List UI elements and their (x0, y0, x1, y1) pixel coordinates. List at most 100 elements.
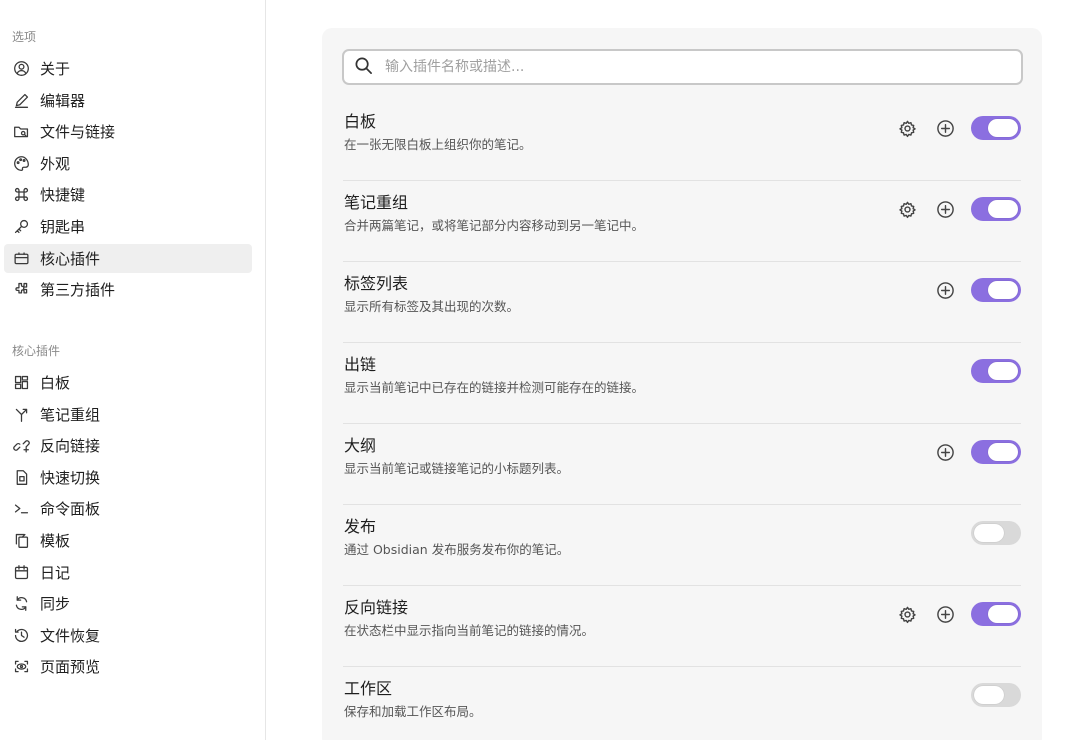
sidebar-item-7[interactable]: 第三方插件 (4, 275, 252, 304)
sidebar-item-label: 模板 (40, 531, 71, 550)
plugin-description: 在状态栏中显示指向当前笔记的链接的情况。 (344, 623, 595, 638)
sidebar-item-2[interactable]: 文件与链接 (4, 117, 252, 146)
user-circle-icon (12, 60, 30, 78)
main-content: 白板在一张无限白板上组织你的笔记。笔记重组合并两篇笔记，或将笔记部分内容移动到另… (267, 0, 1080, 740)
plugin-description: 在一张无限白板上组织你的笔记。 (344, 137, 532, 152)
sidebar-item-0[interactable]: 关于 (4, 54, 252, 83)
plugin-row: 反向链接 在状态栏中显示指向当前笔记的链接的情况。 (343, 586, 1021, 667)
plugin-actions (895, 197, 1021, 221)
toggle-knob (988, 281, 1018, 299)
gear-icon[interactable] (895, 197, 919, 221)
sidebar-item-3[interactable]: 外观 (4, 149, 252, 178)
plugin-row: 大纲显示当前笔记或链接笔记的小标题列表。 (343, 424, 1021, 505)
sidebar-item-4[interactable]: 命令面板 (4, 494, 252, 523)
sidebar-item-label: 笔记重组 (40, 405, 101, 424)
gear-icon[interactable] (895, 602, 919, 626)
add-hotkey-plus-icon[interactable] (933, 440, 957, 464)
section-title-options: 选项 (12, 30, 37, 44)
plugin-row: 工作区 保存和加载工作区布局。 (343, 667, 1021, 740)
plugin-enable-toggle[interactable] (971, 521, 1021, 545)
sidebar-item-1[interactable]: 编辑器 (4, 86, 252, 115)
plugin-row: 出链显示当前笔记中已存在的链接并检测可能存在的链接。 (343, 343, 1021, 424)
sidebar-item-label: 核心插件 (40, 249, 101, 268)
toggle-knob (988, 362, 1018, 380)
command-icon (12, 186, 30, 204)
sidebar-item-label: 日记 (40, 563, 71, 582)
plugin-row: 发布通过 Obsidian 发布服务发布你的笔记。 (343, 505, 1021, 586)
sidebar-item-label: 快速切换 (40, 468, 101, 487)
sidebar-item-label: 反向链接 (40, 437, 101, 456)
plugin-actions (895, 116, 1021, 140)
sidebar-item-6[interactable]: 核心插件 (4, 243, 252, 273)
core-plugins-panel: 白板在一张无限白板上组织你的笔记。笔记重组合并两篇笔记，或将笔记部分内容移动到另… (322, 28, 1042, 740)
plugin-name: 工作区 (344, 679, 393, 698)
sidebar-item-6[interactable]: 日记 (4, 558, 252, 587)
link-back-icon (12, 437, 30, 455)
sidebar-item-5[interactable]: 钥匙串 (4, 212, 252, 241)
plugin-enable-toggle[interactable] (971, 602, 1021, 626)
sidebar-item-2[interactable]: 反向链接 (4, 431, 252, 460)
settings-sidebar: 选项 关于 编辑器 文件与链接 外观 快捷键 钥匙串 核心插件 第三方插件 核心插件 白板 笔记… (0, 0, 266, 740)
folder-search-icon (12, 123, 30, 141)
sidebar-item-label: 外观 (40, 154, 71, 173)
plugin-name: 大纲 (344, 436, 377, 455)
plugin-row: 笔记重组 合并两篇笔记，或将笔记部分内容移动到另一笔记中。 (343, 181, 1021, 262)
merge-icon (12, 405, 30, 423)
plugin-row: 白板 在一张无限白板上组织你的笔记。 (343, 100, 1021, 181)
add-hotkey-plus-icon[interactable] (933, 116, 957, 140)
copy-icon (12, 531, 30, 549)
plugin-name: 标签列表 (344, 274, 409, 293)
plugin-enable-toggle[interactable] (971, 197, 1021, 221)
toggle-knob (988, 443, 1018, 461)
plugin-search-input[interactable] (385, 59, 985, 75)
toggle-knob (974, 686, 1004, 704)
history-icon (12, 626, 30, 644)
sidebar-item-label: 文件与链接 (40, 123, 116, 142)
sidebar-item-0[interactable]: 白板 (4, 368, 252, 397)
sidebar-item-7[interactable]: 同步 (4, 589, 252, 618)
plugin-enable-toggle[interactable] (971, 359, 1021, 383)
section-title-core-plugins: 核心插件 (12, 344, 61, 358)
layout-dashboard-icon (12, 374, 30, 392)
plugin-enable-toggle[interactable] (971, 278, 1021, 302)
plugin-description: 显示当前笔记中已存在的链接并检测可能存在的链接。 (344, 380, 645, 395)
add-hotkey-plus-icon[interactable] (933, 197, 957, 221)
plugin-actions (895, 602, 1021, 626)
add-hotkey-plus-icon[interactable] (933, 602, 957, 626)
palette-icon (12, 154, 30, 172)
add-hotkey-plus-icon[interactable] (933, 278, 957, 302)
plugin-enable-toggle[interactable] (971, 116, 1021, 140)
plugin-actions (971, 359, 1021, 383)
sidebar-item-label: 关于 (40, 60, 71, 78)
toggle-knob (988, 119, 1018, 137)
plugin-description: 显示所有标签及其出现的次数。 (344, 299, 520, 314)
terminal-icon (12, 500, 30, 518)
plugin-name: 发布 (344, 517, 377, 536)
plugin-description: 显示当前笔记或链接笔记的小标题列表。 (344, 461, 570, 476)
sidebar-item-label: 同步 (40, 595, 71, 614)
plugin-enable-toggle[interactable] (971, 683, 1021, 707)
sidebar-item-5[interactable]: 模板 (4, 526, 252, 555)
sidebar-item-1[interactable]: 笔记重组 (4, 400, 252, 429)
sidebar-item-9[interactable]: 页面预览 (4, 652, 252, 681)
calendar-icon (12, 563, 30, 581)
plugin-search-box[interactable] (342, 49, 1023, 85)
plugin-row: 标签列表显示所有标签及其出现的次数。 (343, 262, 1021, 343)
sidebar-item-8[interactable]: 文件恢复 (4, 621, 252, 650)
file-switch-icon (12, 468, 30, 486)
plugin-name: 笔记重组 (344, 193, 409, 212)
plugin-enable-toggle[interactable] (971, 440, 1021, 464)
search-icon (354, 56, 373, 79)
plugin-description: 通过 Obsidian 发布服务发布你的笔记。 (344, 542, 570, 557)
plugin-actions (971, 521, 1021, 545)
plugin-actions (933, 440, 1021, 464)
gear-icon[interactable] (895, 116, 919, 140)
sidebar-item-label: 钥匙串 (40, 217, 86, 236)
toggle-knob (988, 200, 1018, 218)
sidebar-item-4[interactable]: 快捷键 (4, 180, 252, 209)
key-icon (12, 217, 30, 235)
sidebar-item-3[interactable]: 快速切换 (4, 463, 252, 492)
sidebar-item-label: 第三方插件 (40, 281, 116, 300)
toggle-knob (988, 605, 1018, 623)
plugin-name: 出链 (344, 355, 377, 374)
